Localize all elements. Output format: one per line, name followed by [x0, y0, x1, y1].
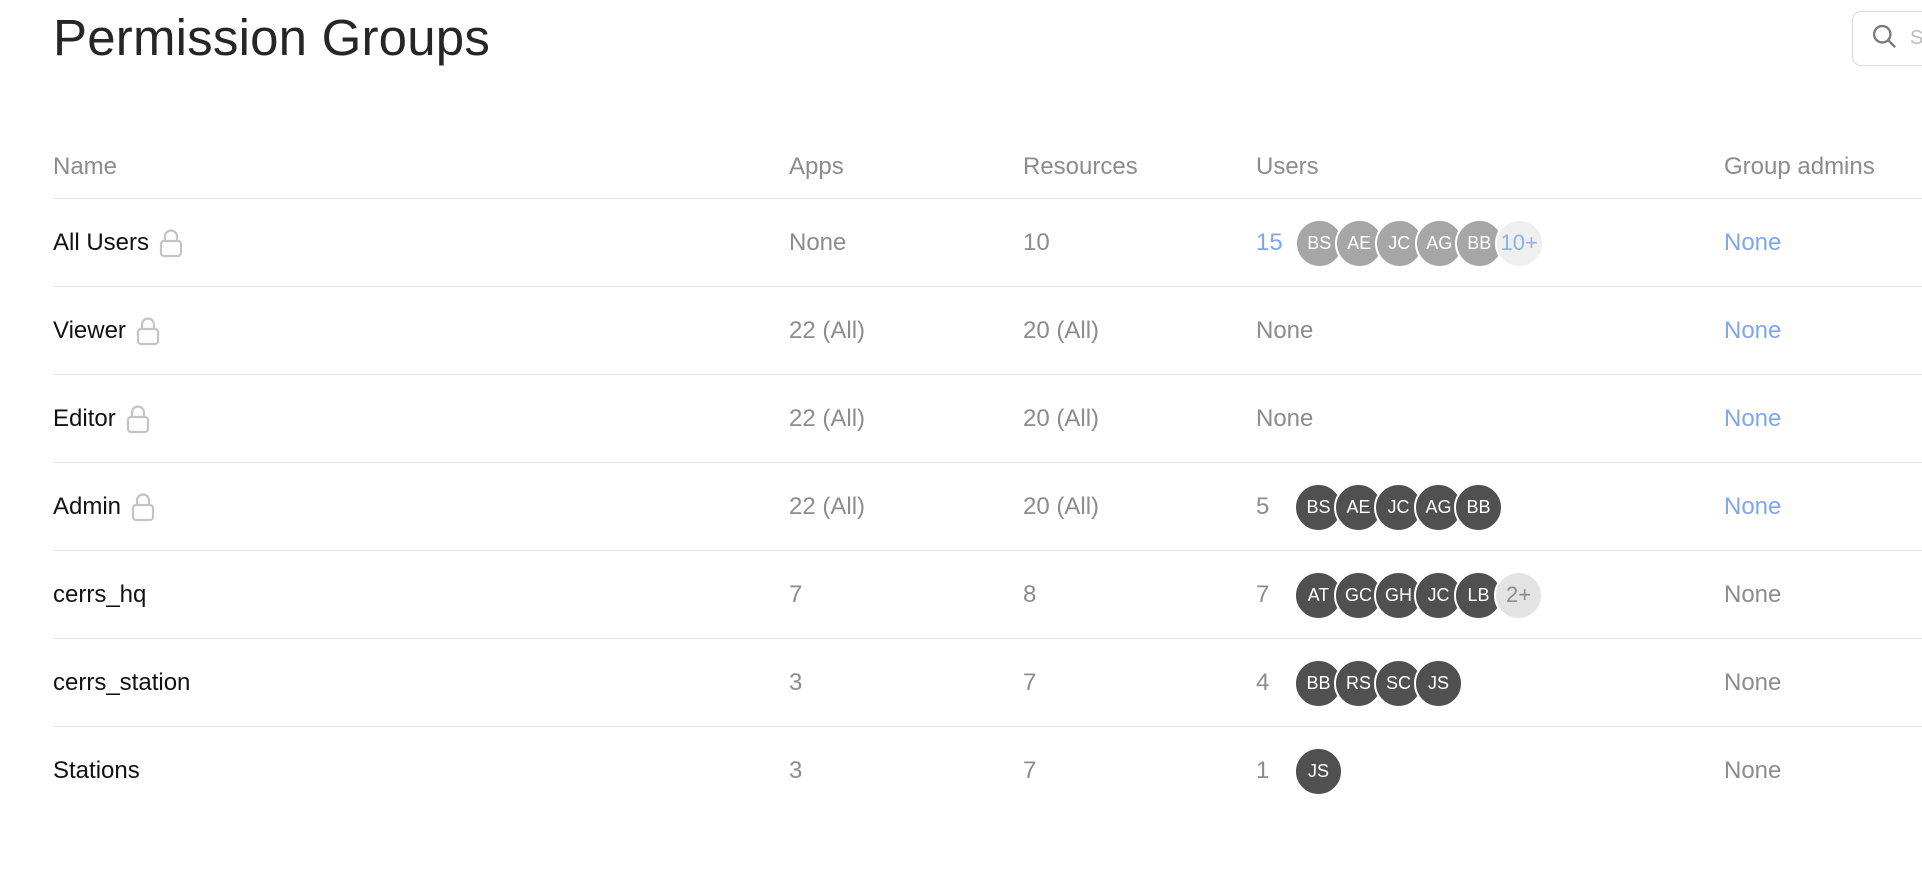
- avatar[interactable]: JS: [1414, 658, 1463, 708]
- more-users-badge[interactable]: 2+: [1494, 570, 1543, 620]
- group-name[interactable]: Editor: [53, 405, 116, 433]
- users-cell: 7 AT GC GH JC LB 2+: [1256, 551, 1543, 639]
- users-count: 7: [1256, 581, 1270, 608]
- group-name-cell: All Users: [53, 199, 183, 287]
- resources-cell: 20 (All): [1023, 317, 1100, 344]
- users-none: None: [1256, 317, 1314, 344]
- users-count: 1: [1256, 757, 1270, 784]
- resources-cell: 7: [1023, 669, 1037, 696]
- users-none: None: [1256, 405, 1314, 432]
- user-avatars[interactable]: AT GC GH JC LB 2+: [1294, 570, 1543, 620]
- users-count[interactable]: 15: [1256, 229, 1283, 257]
- apps-cell: 22 (All): [789, 405, 866, 432]
- group-name-cell: cerrs_station: [53, 639, 190, 727]
- group-admins-cell[interactable]: None: [1724, 287, 1781, 375]
- lock-icon: [159, 228, 183, 258]
- avatar[interactable]: BB: [1454, 482, 1503, 532]
- apps-cell: 22 (All): [789, 493, 866, 520]
- users-cell: None: [1256, 375, 1313, 463]
- table-row[interactable]: All Users None 10 15 BS AE JC AG BB 10+ None: [53, 199, 1922, 287]
- users-count: 4: [1256, 669, 1270, 696]
- table-row[interactable]: Viewer 22 (All) 20 (All) None None: [53, 287, 1922, 375]
- search-input[interactable]: [1910, 27, 1922, 50]
- table-row[interactable]: Admin 22 (All) 20 (All) 5 BS AE JC AG BB None: [53, 463, 1922, 551]
- apps-cell: None: [789, 229, 847, 256]
- group-name[interactable]: Stations: [53, 757, 140, 785]
- table-header: Name Apps Resources Users Group admins: [53, 140, 1922, 199]
- search-box[interactable]: [1852, 11, 1922, 66]
- user-avatars[interactable]: JS: [1294, 746, 1343, 796]
- apps-cell: 7: [789, 581, 803, 608]
- group-admins-cell[interactable]: None: [1724, 199, 1781, 287]
- users-cell: 15 BS AE JC AG BB 10+: [1256, 199, 1544, 287]
- group-name-cell: Viewer: [53, 287, 160, 375]
- resources-cell: 20 (All): [1023, 405, 1100, 432]
- resources-cell: 20 (All): [1023, 493, 1100, 520]
- group-admins-cell: None: [1724, 669, 1782, 696]
- group-name-cell: Stations: [53, 727, 140, 815]
- column-header-apps[interactable]: Apps: [789, 153, 844, 181]
- resources-cell: 7: [1023, 757, 1037, 784]
- table-row[interactable]: Editor 22 (All) 20 (All) None None: [53, 375, 1922, 463]
- lock-icon: [131, 492, 155, 522]
- column-header-users[interactable]: Users: [1256, 153, 1319, 181]
- apps-cell: 3: [789, 757, 803, 784]
- apps-cell: 22 (All): [789, 317, 866, 344]
- group-admins-cell: None: [1724, 581, 1782, 608]
- resources-cell: 10: [1023, 229, 1050, 256]
- group-name-cell: Editor: [53, 375, 150, 463]
- lock-icon: [126, 404, 150, 434]
- apps-cell: 3: [789, 669, 803, 696]
- lock-icon: [136, 316, 160, 346]
- column-header-resources[interactable]: Resources: [1023, 153, 1138, 181]
- group-name-cell: Admin: [53, 463, 155, 551]
- user-avatars[interactable]: BS AE JC AG BB 10+: [1294, 218, 1544, 268]
- table-row[interactable]: cerrs_hq 7 8 7 AT GC GH JC LB 2+ None: [53, 551, 1922, 639]
- page-title: Permission Groups: [53, 9, 491, 66]
- users-cell: 1 JS: [1256, 727, 1343, 815]
- group-name[interactable]: All Users: [53, 229, 149, 257]
- users-count: 5: [1256, 493, 1270, 520]
- column-header-group-admins[interactable]: Group admins: [1724, 153, 1875, 181]
- table-body: All Users None 10 15 BS AE JC AG BB 10+ None Viewer…: [53, 199, 1922, 815]
- group-name-cell: cerrs_hq: [53, 551, 146, 639]
- resources-cell: 8: [1023, 581, 1037, 608]
- users-cell: 4 BB RS SC JS: [1256, 639, 1463, 727]
- search-icon: [1870, 22, 1898, 55]
- column-header-name[interactable]: Name: [53, 153, 117, 181]
- group-name[interactable]: Viewer: [53, 317, 126, 345]
- group-admins-cell[interactable]: None: [1724, 375, 1781, 463]
- user-avatars[interactable]: BB RS SC JS: [1294, 658, 1463, 708]
- group-name[interactable]: Admin: [53, 493, 121, 521]
- permission-groups-table: Name Apps Resources Users Group admins A…: [53, 140, 1922, 815]
- more-users-badge[interactable]: 10+: [1494, 218, 1544, 268]
- avatar[interactable]: JS: [1294, 746, 1343, 796]
- group-name[interactable]: cerrs_hq: [53, 581, 146, 609]
- table-row[interactable]: Stations 3 7 1 JS None: [53, 727, 1922, 815]
- group-admins-cell[interactable]: None: [1724, 463, 1781, 551]
- group-admins-cell: None: [1724, 757, 1782, 784]
- users-cell: 5 BS AE JC AG BB: [1256, 463, 1503, 551]
- users-cell: None: [1256, 287, 1313, 375]
- permission-groups-page: Permission Groups Name Apps Resources Us…: [0, 0, 1922, 888]
- table-row[interactable]: cerrs_station 3 7 4 BB RS SC JS None: [53, 639, 1922, 727]
- group-name[interactable]: cerrs_station: [53, 669, 190, 697]
- user-avatars[interactable]: BS AE JC AG BB: [1294, 482, 1503, 532]
